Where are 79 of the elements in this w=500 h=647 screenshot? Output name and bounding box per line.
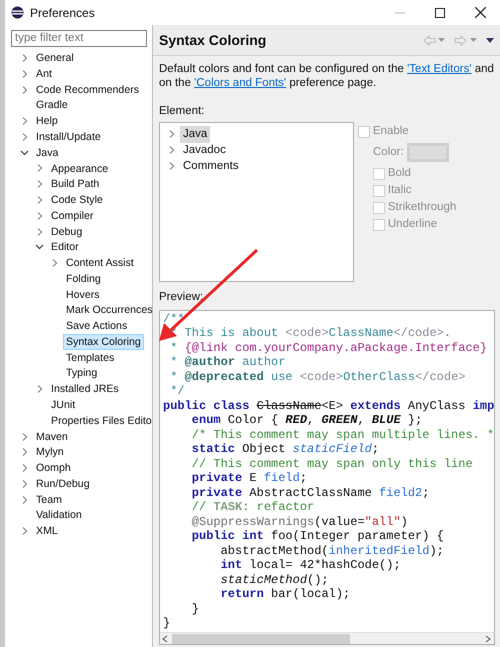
- code-line: staticMethod();: [220, 572, 329, 587]
- code-line: * @author author: [169, 355, 286, 370]
- dropdown-icon[interactable]: [438, 38, 446, 42]
- tree-item[interactable]: Appearance: [48, 160, 112, 176]
- tree-item[interactable]: Help: [33, 113, 61, 130]
- checkbox-label: Italic: [388, 183, 412, 198]
- code-line: // This comment may span only this line: [190, 456, 473, 471]
- preview-label: Preview:: [159, 291, 204, 304]
- tree-item[interactable]: Code Recommenders: [33, 82, 142, 98]
- checkbox-label: Bold: [388, 166, 411, 182]
- tree-item[interactable]: JUnit: [48, 396, 78, 413]
- tree-item[interactable]: Ant: [33, 66, 55, 82]
- description-text: Default colors and font can be configured on the 'Text Editors' and on the 'Colors and Fonts' preference page.: [158, 62, 495, 90]
- tree-item[interactable]: Gradle: [33, 97, 71, 114]
- list-item[interactable]: Comments: [180, 158, 242, 175]
- code-line: * @deprecated use <code>OtherClass</code>: [169, 370, 466, 384]
- page-title: Syntax Coloring: [159, 30, 266, 50]
- tree-item[interactable]: Folding: [63, 270, 104, 287]
- window-title: Preferences: [30, 4, 95, 22]
- tree-item[interactable]: Properties Files Edito: [48, 412, 155, 429]
- code-line: /**: [163, 312, 185, 326]
- tree-item[interactable]: Install/Update: [33, 128, 104, 145]
- tree-item[interactable]: Typing: [63, 365, 100, 382]
- tree-item[interactable]: Syntax Coloring: [63, 334, 144, 350]
- app-icon: [11, 6, 24, 19]
- code-line: return bar(local);: [220, 587, 350, 602]
- tree-item[interactable]: Mark Occurrences: [63, 302, 156, 318]
- tree-item[interactable]: Java: [33, 144, 62, 161]
- list-item[interactable]: Java: [180, 126, 210, 143]
- code-line: public class ClassName<E> extends AnyClass imp: [163, 398, 494, 413]
- link[interactable]: 'Text Editors': [407, 63, 472, 75]
- maximize-icon[interactable]: [435, 8, 445, 18]
- code-line: */: [169, 384, 185, 398]
- element-list[interactable]: Java Javadoc Comments: [159, 122, 354, 282]
- tree-item[interactable]: XML: [33, 523, 61, 540]
- element-label: Element:: [159, 105, 204, 117]
- chevron-down-icon[interactable]: [19, 148, 31, 158]
- checkbox-label: Enable: [372, 124, 409, 140]
- list-item[interactable]: Javadoc: [180, 142, 229, 159]
- code-line: public int foo(Integer parameter) {: [190, 529, 444, 544]
- tree-item[interactable]: Team: [33, 492, 65, 508]
- code-line: abstractMethod(inheritedField);: [220, 544, 444, 558]
- horizontal-scrollbar[interactable]: [160, 632, 494, 644]
- code-line: /* This comment may span multiple lines. *: [190, 428, 494, 442]
- close-icon[interactable]: [474, 7, 486, 18]
- code-line: enum Color { RED, GREEN, BLUE };: [190, 413, 422, 428]
- tree-item[interactable]: Compiler: [48, 208, 96, 224]
- tree-item[interactable]: Hovers: [63, 286, 103, 303]
- tree-item[interactable]: Save Actions: [63, 318, 130, 334]
- tree-item[interactable]: Debug: [48, 224, 86, 240]
- code-line: static Object staticField;: [190, 442, 380, 456]
- code-line: private E field;: [190, 471, 308, 486]
- code-line: // TASK: refactor: [190, 500, 314, 514]
- tree-item[interactable]: Mylyn: [33, 444, 67, 460]
- tree-item[interactable]: Build Path: [48, 176, 102, 192]
- tree-item[interactable]: Oomph: [33, 460, 74, 476]
- color-button[interactable]: [406, 143, 449, 162]
- menu-icon[interactable]: [486, 38, 494, 42]
- code-line: }: [190, 602, 200, 616]
- tree-item[interactable]: Code Style: [48, 192, 106, 208]
- color-label: Color:: [373, 145, 404, 160]
- tree-item[interactable]: Templates: [63, 350, 118, 366]
- link[interactable]: 'Colors and Fonts': [194, 77, 286, 89]
- tree-item[interactable]: Content Assist: [63, 255, 137, 272]
- code-line: int local= 42*hashCode();: [220, 558, 401, 572]
- checkbox-label: Underline: [388, 217, 438, 232]
- tree-item[interactable]: Validation: [33, 507, 85, 524]
- code-line: }: [163, 616, 170, 630]
- tree-item[interactable]: Installed JREs: [48, 381, 122, 398]
- code-line: private AbstractClassName field2;: [190, 486, 430, 500]
- checkbox-label: Strikethrough: [388, 200, 456, 216]
- tree-item[interactable]: Editor: [48, 239, 82, 256]
- code-line: * {@link com.yourCompany.aPackage.Interface}: [169, 340, 488, 355]
- tree-item[interactable]: Maven: [33, 428, 71, 445]
- dropdown-icon[interactable]: [470, 38, 478, 42]
- tree-item[interactable]: General: [33, 50, 77, 66]
- filter-field[interactable]: type filter text: [11, 30, 147, 48]
- code-line: @SuppressWarnings(value="all"): [190, 514, 408, 529]
- tree-item[interactable]: Run/Debug: [33, 476, 93, 492]
